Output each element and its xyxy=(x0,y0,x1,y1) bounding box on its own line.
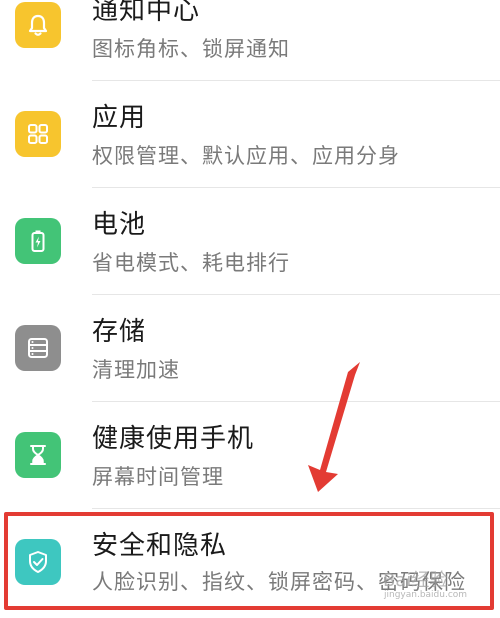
settings-item-subtitle: 权限管理、默认应用、应用分身 xyxy=(92,144,400,168)
settings-item-subtitle: 屏幕时间管理 xyxy=(92,465,224,489)
watermark-subtext: jingyan.baidu.com xyxy=(384,590,468,600)
settings-item-subtitle: 省电模式、耗电排行 xyxy=(92,251,290,275)
storage-icon xyxy=(15,325,61,371)
settings-item-storage[interactable]: 存储 清理加速 xyxy=(0,295,500,402)
settings-item-subtitle: 图标角标、锁屏通知 xyxy=(92,37,290,61)
settings-item-digital-wellbeing[interactable]: 健康使用手机 屏幕时间管理 xyxy=(0,402,500,509)
settings-item-title: 电池 xyxy=(92,210,147,240)
hourglass-icon xyxy=(15,432,61,478)
app-grid-icon xyxy=(15,111,61,157)
bell-icon xyxy=(15,2,61,48)
settings-item-battery[interactable]: 电池 省电模式、耗电排行 xyxy=(0,188,500,295)
settings-item-apps[interactable]: 应用 权限管理、默认应用、应用分身 xyxy=(0,81,500,188)
settings-item-notification-center[interactable]: 通知中心 图标角标、锁屏通知 xyxy=(0,0,500,79)
settings-item-title: 应用 xyxy=(92,103,147,133)
settings-item-title: 健康使用手机 xyxy=(92,424,255,454)
battery-icon xyxy=(15,218,61,264)
settings-item-title: 通知中心 xyxy=(92,0,201,26)
settings-item-title: 存储 xyxy=(92,317,147,347)
watermark: Bai经验 xyxy=(383,570,448,591)
settings-item-subtitle: 清理加速 xyxy=(92,358,180,382)
